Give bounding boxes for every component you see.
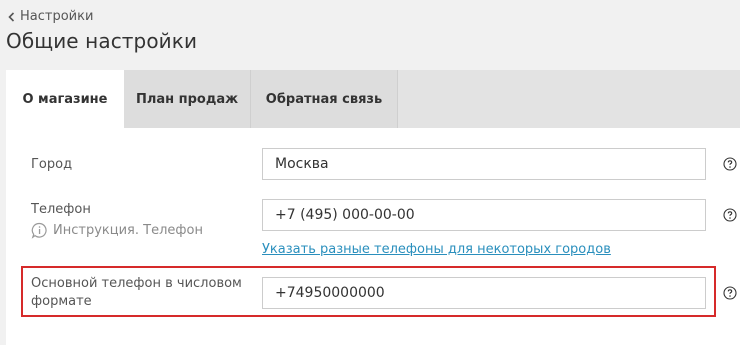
phone-numeric-label-line1: Основной телефон в числовом	[31, 276, 242, 291]
help-icon[interactable]	[723, 286, 737, 300]
phone-input[interactable]	[262, 199, 706, 231]
settings-card: О магазине План продаж Обратная связь Го…	[6, 70, 740, 345]
city-input[interactable]	[262, 148, 706, 180]
city-label: Город	[31, 157, 73, 172]
page-title: Общие настройки	[6, 29, 198, 53]
phone-instruction-hint[interactable]: Инструкция. Телефон	[31, 222, 203, 239]
back-to-settings-link[interactable]: Настройки	[6, 9, 93, 24]
help-icon[interactable]	[723, 208, 737, 222]
help-icon[interactable]	[723, 157, 737, 171]
different-phones-for-cities-link[interactable]: Указать разные телефоны для некоторых го…	[262, 242, 611, 257]
speech-bubble-info-icon	[31, 222, 47, 239]
tab-about-store[interactable]: О магазине	[6, 70, 124, 128]
tab-sales-plan[interactable]: План продаж	[124, 70, 251, 128]
phone-numeric-label-line2: формате	[31, 294, 92, 309]
phone-label: Телефон	[31, 202, 91, 217]
phone-instruction-label: Инструкция. Телефон	[53, 223, 203, 238]
tab-bar: О магазине План продаж Обратная связь	[6, 70, 740, 128]
back-link-label: Настройки	[20, 9, 94, 24]
settings-page: Настройки Общие настройки О магазине Пла…	[0, 0, 740, 345]
chevron-left-icon	[8, 11, 15, 22]
phone-numeric-input[interactable]	[262, 277, 706, 309]
tab-feedback[interactable]: Обратная связь	[251, 70, 398, 128]
